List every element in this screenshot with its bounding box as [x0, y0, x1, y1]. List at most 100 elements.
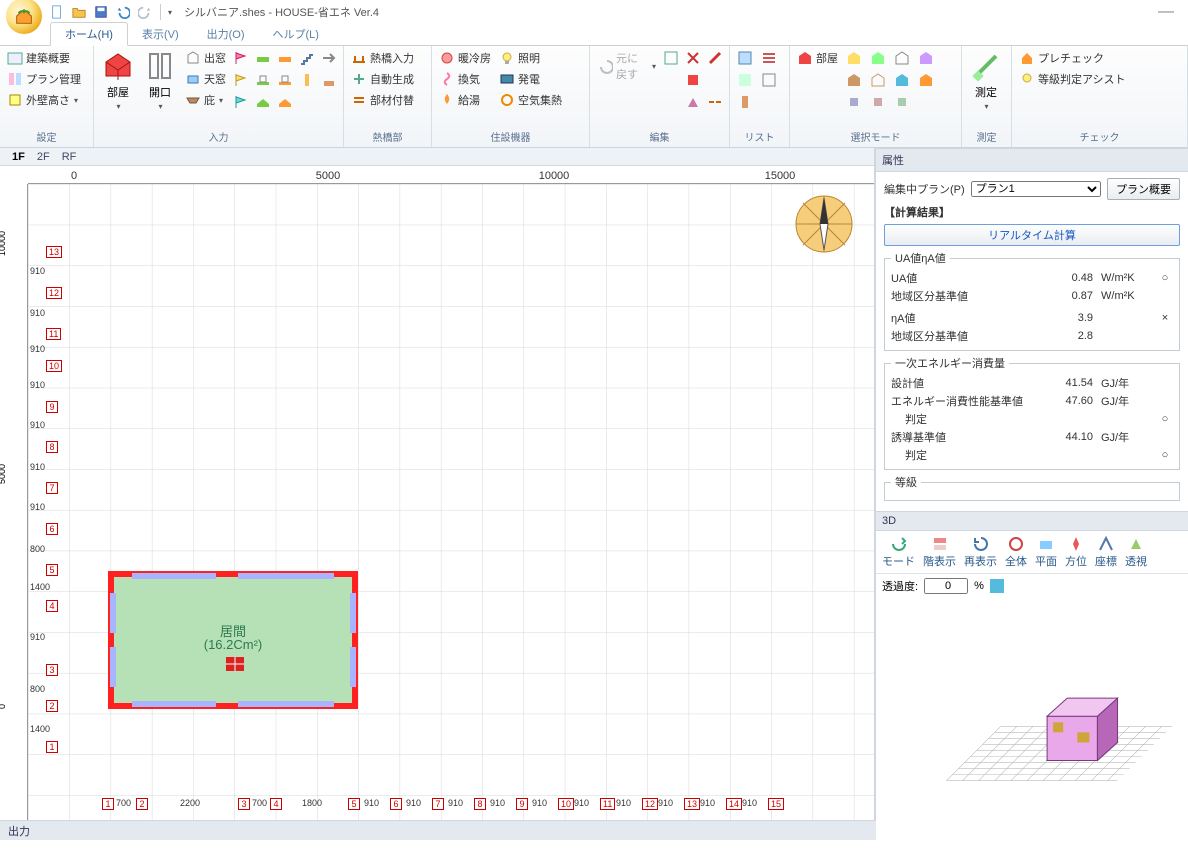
3d-floor-button[interactable]: 階表示: [923, 535, 956, 569]
plan-summary-button[interactable]: プラン概要: [1107, 178, 1180, 200]
opening-button[interactable]: 開口▾: [140, 48, 180, 113]
3d-mode-button[interactable]: モード: [882, 535, 915, 569]
rank-assist-button[interactable]: 等級判定アシスト: [1016, 69, 1129, 89]
compass-icon: [794, 194, 854, 254]
floor-green-icon[interactable]: [253, 70, 273, 90]
properties-panel-title: 属性: [876, 148, 1188, 172]
qat-redo-icon[interactable]: [136, 3, 154, 21]
3d-panel-title: 3D: [876, 511, 1188, 531]
qat-undo-icon[interactable]: [114, 3, 132, 21]
select-room-button[interactable]: 部屋: [794, 48, 841, 68]
sel-ico-3[interactable]: [891, 48, 913, 68]
tab-output[interactable]: 出力(O): [193, 23, 259, 45]
qat-open-icon[interactable]: [70, 3, 88, 21]
edit-ico-2[interactable]: [683, 48, 703, 68]
list-ico-3[interactable]: [734, 70, 756, 90]
ruler-vertical: 0 5000 10000: [0, 184, 28, 820]
wall-height-button[interactable]: 外壁高さ▾: [4, 90, 84, 110]
edit-ico-5[interactable]: [683, 92, 703, 112]
sel-ico-7[interactable]: [891, 70, 913, 90]
3d-plan-button[interactable]: 平面: [1035, 535, 1057, 569]
air-collect-button[interactable]: 空気集熱: [496, 90, 565, 110]
building-summary-button[interactable]: 建築概要: [4, 48, 84, 68]
wall-vert-icon[interactable]: [297, 70, 317, 90]
skylight-button[interactable]: 天窓: [182, 69, 229, 89]
sel-ico-8[interactable]: [915, 70, 937, 90]
flag-cyan-icon[interactable]: [231, 92, 251, 112]
ventilation-button[interactable]: 換気: [436, 69, 494, 89]
3d-coord-button[interactable]: 座標: [1095, 535, 1117, 569]
3d-direction-button[interactable]: 方位: [1065, 535, 1087, 569]
floor-rf[interactable]: RF: [62, 151, 77, 163]
roof-orange-icon[interactable]: [275, 92, 295, 112]
qat-save-icon[interactable]: [92, 3, 110, 21]
wall-green-icon[interactable]: [253, 48, 273, 68]
sel-ico-1[interactable]: [843, 48, 865, 68]
tab-view[interactable]: 表示(V): [128, 23, 193, 45]
ribbon-group-select: 選択モード: [794, 127, 957, 147]
room-living[interactable]: 居間 (16.2Cm²): [108, 571, 358, 709]
list-ico-1[interactable]: [734, 48, 756, 68]
sel-ico-2[interactable]: [867, 48, 889, 68]
realtime-calc-button[interactable]: リアルタイム計算: [884, 224, 1180, 246]
hotwater-button[interactable]: 給湯: [436, 90, 494, 110]
heating-button[interactable]: 暖冷房: [436, 48, 494, 68]
3d-viewport[interactable]: [876, 598, 1188, 853]
ribbon-group-equipment: 住設機器: [436, 127, 585, 147]
flag-pink-icon[interactable]: [231, 48, 251, 68]
energy-legend: 一次エネルギー消費量: [891, 355, 1009, 371]
window-title: シルバニア.shes - HOUSE-省エネ Ver.4: [184, 4, 379, 20]
auto-gen-button[interactable]: 自動生成: [348, 69, 417, 89]
3d-all-button[interactable]: 全体: [1005, 535, 1027, 569]
edit-ico-3[interactable]: [705, 48, 725, 68]
measure-button[interactable]: 測定▾: [966, 48, 1006, 113]
plan-select[interactable]: プラン1: [971, 181, 1101, 197]
ribbon-group-edit: 編集: [594, 127, 725, 147]
floor-orange-icon[interactable]: [275, 70, 295, 90]
minimize-icon[interactable]: —: [1158, 3, 1182, 21]
wall-orange-icon[interactable]: [275, 48, 295, 68]
floor-1f[interactable]: 1F: [12, 151, 25, 163]
list-ico-5[interactable]: [734, 92, 756, 112]
edit-ico-1[interactable]: [661, 48, 681, 68]
edit-ico-6[interactable]: [705, 92, 725, 112]
bay-window-button[interactable]: 出窓: [182, 48, 229, 68]
floor-2f[interactable]: 2F: [37, 151, 50, 163]
canvas[interactable]: 0 5000 10000 15000 0 5000 10000: [0, 166, 874, 820]
edit-ico-4[interactable]: [683, 70, 703, 90]
arrow-icon[interactable]: [319, 48, 339, 68]
replace-member-button[interactable]: 部材付替: [348, 90, 417, 110]
bridge-input-button[interactable]: 熱橋入力: [348, 48, 417, 68]
stairs-icon[interactable]: [297, 48, 317, 68]
sel-ico-9[interactable]: [843, 92, 865, 112]
list-ico-2[interactable]: [758, 48, 780, 68]
3d-redisplay-button[interactable]: 再表示: [964, 535, 997, 569]
roof-green-icon[interactable]: [253, 92, 273, 112]
precheck-button[interactable]: プレチェック: [1016, 48, 1129, 68]
transparency-label: 透過度:: [882, 578, 918, 594]
transparency-color-icon[interactable]: [990, 579, 1004, 593]
eaves-button[interactable]: 庇▾: [182, 90, 229, 110]
tab-help[interactable]: ヘルプ(L): [259, 23, 333, 45]
sel-ico-6[interactable]: [867, 70, 889, 90]
sel-ico-11[interactable]: [891, 92, 913, 112]
list-ico-4[interactable]: [758, 70, 780, 90]
room-button[interactable]: 部屋▾: [98, 48, 138, 113]
pit-icon[interactable]: [319, 70, 339, 90]
qat-customize-icon[interactable]: ▾: [168, 8, 172, 17]
sel-ico-4[interactable]: [915, 48, 937, 68]
tab-home[interactable]: ホーム(H): [50, 22, 128, 46]
qat-new-icon[interactable]: [48, 3, 66, 21]
input-icon-grid: [231, 48, 339, 112]
undo-button[interactable]: 元に戻す▾: [594, 48, 659, 84]
3d-perspective-button[interactable]: 透視: [1125, 535, 1147, 569]
ua-legend: UA値ηA値: [891, 250, 950, 266]
plan-manage-button[interactable]: プラン管理: [4, 69, 84, 89]
transparency-input[interactable]: [924, 578, 968, 594]
power-gen-button[interactable]: 発電: [496, 69, 565, 89]
flag-yellow-icon[interactable]: [231, 70, 251, 90]
sel-ico-5[interactable]: [843, 70, 865, 90]
ribbon: 建築概要 プラン管理 外壁高さ▾ 設定 部屋▾ 開口▾ 出窓 天窓 庇▾: [0, 46, 1188, 148]
lighting-button[interactable]: 照明: [496, 48, 565, 68]
sel-ico-10[interactable]: [867, 92, 889, 112]
